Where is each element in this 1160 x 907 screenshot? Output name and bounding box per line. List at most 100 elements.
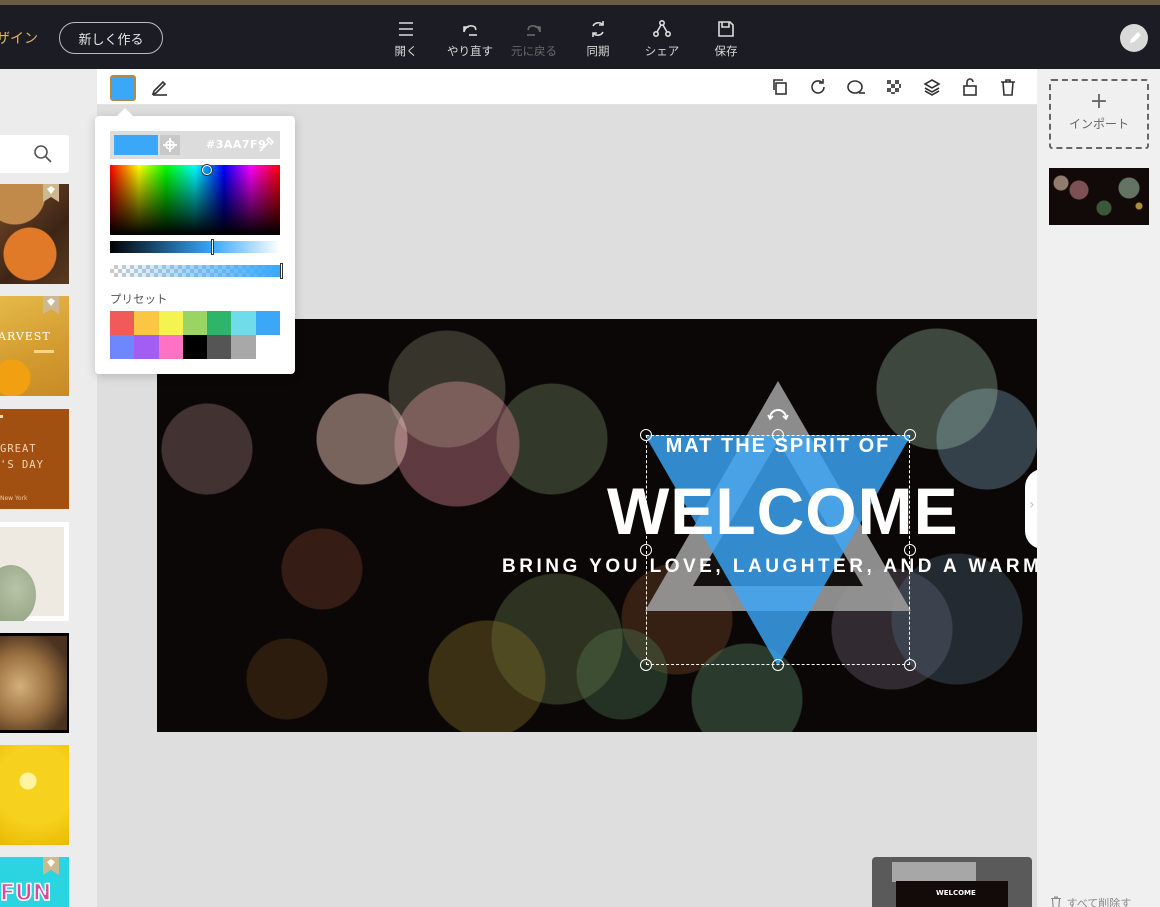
preset-label: プリセット — [110, 292, 168, 306]
preset-swatch[interactable] — [255, 311, 280, 335]
resize-handle[interactable] — [640, 544, 652, 556]
layers-button[interactable] — [922, 77, 942, 97]
portrait-inner — [0, 636, 67, 730]
premium-badge-icon — [43, 296, 59, 314]
color-target-button[interactable] — [160, 135, 180, 155]
panel-collapse-tab[interactable]: › — [1025, 469, 1037, 549]
leaf-inner — [0, 527, 64, 621]
undo-label: やり直す — [447, 44, 493, 58]
save-tool[interactable]: 保存 — [696, 19, 756, 59]
preset-swatch[interactable] — [110, 311, 135, 335]
user-avatar[interactable] — [1120, 24, 1148, 52]
shade-knob[interactable] — [211, 239, 214, 255]
preset-swatch[interactable] — [255, 335, 280, 359]
resize-handle[interactable] — [640, 429, 652, 441]
eyedropper-button[interactable] — [256, 135, 276, 155]
edit-pen-button[interactable] — [150, 77, 170, 97]
premium-badge-icon — [43, 184, 59, 202]
transparency-icon — [887, 80, 901, 94]
crosshair-icon — [163, 138, 177, 152]
rotate-handle-icon[interactable] — [767, 407, 789, 423]
template-leaf[interactable] — [0, 522, 69, 621]
template-portrait[interactable] — [0, 633, 69, 733]
delete-button[interactable] — [998, 77, 1018, 97]
template-lemon[interactable] — [0, 745, 69, 845]
undo-icon — [440, 19, 500, 41]
open-label: 開く — [394, 44, 418, 58]
share-tool[interactable]: シェア — [632, 19, 692, 59]
app-header: ザイン 新しく作る 開く やり直す 元に戻る 同期 シェア 保存 — [0, 5, 1160, 69]
rotate-button[interactable] — [808, 77, 828, 97]
preset-swatch[interactable] — [134, 335, 159, 359]
import-button[interactable]: + インポート — [1049, 79, 1149, 149]
preset-swatch[interactable] — [207, 335, 232, 359]
menu-icon — [376, 19, 436, 41]
leaf-shape — [0, 565, 36, 621]
lock-button[interactable] — [960, 77, 980, 97]
template-fun[interactable]: FUN — [0, 857, 69, 907]
delete-icon — [1001, 79, 1015, 96]
thanksgiving-line3: New York — [0, 495, 28, 502]
transparency-button[interactable] — [884, 77, 904, 97]
color-spectrum[interactable] — [110, 165, 280, 235]
resize-handle[interactable] — [904, 544, 916, 556]
minimap-viewport[interactable] — [892, 862, 976, 882]
minimap-text: WELCOME — [936, 889, 976, 897]
search-icon — [34, 145, 52, 163]
template-harvest[interactable]: ARVEST — [0, 296, 69, 396]
resize-handle[interactable] — [772, 659, 784, 671]
redo-label: 元に戻る — [511, 44, 557, 58]
shape-button[interactable] — [846, 77, 866, 97]
design-canvas[interactable]: MAT THE SPIRIT OF WELCOME BRING YOU LOVE… — [157, 319, 1037, 732]
sync-tool[interactable]: 同期 — [568, 19, 628, 59]
alpha-slider[interactable] — [110, 263, 283, 279]
duplicate-icon — [773, 79, 787, 95]
preset-swatch[interactable] — [158, 335, 183, 359]
uploaded-image-thumb[interactable] — [1049, 168, 1149, 225]
template-thanksgiving[interactable]: GREAT 'S DAY New York — [0, 409, 69, 509]
selection-box[interactable] — [646, 435, 910, 665]
preset-swatch[interactable] — [231, 311, 256, 335]
thanksgiving-line2: 'S DAY — [0, 459, 44, 471]
open-tool[interactable]: 開く — [376, 19, 436, 59]
alpha-knob[interactable] — [280, 263, 283, 279]
color-value-row: #3AA7F9 — [110, 131, 280, 159]
duplicate-button[interactable] — [770, 77, 790, 97]
rotate-icon — [811, 79, 825, 94]
resize-handle[interactable] — [904, 659, 916, 671]
resize-handle[interactable] — [772, 429, 784, 441]
undo-tool[interactable]: やり直す — [440, 19, 500, 59]
chevron-right-icon: › — [1029, 497, 1035, 513]
resize-handle[interactable] — [904, 429, 916, 441]
layers-icon — [923, 79, 941, 96]
template-sidebar: ARVEST GREAT 'S DAY New York FUN — [0, 69, 97, 907]
preset-swatch[interactable] — [182, 335, 208, 359]
preset-swatch[interactable] — [134, 311, 159, 335]
shade-slider[interactable] — [110, 239, 280, 255]
fill-color-button[interactable] — [110, 75, 136, 101]
assets-panel: + インポート すべて削除す — [1037, 69, 1160, 907]
brand-label: ザイン — [0, 31, 38, 47]
minimap-canvas: WELCOME — [896, 881, 1008, 907]
preset-swatch[interactable] — [110, 335, 135, 359]
preset-swatch[interactable] — [182, 311, 208, 335]
delete-all-button[interactable]: すべて削除す — [1049, 895, 1131, 907]
harvest-subline — [34, 350, 54, 353]
template-search[interactable] — [0, 135, 69, 173]
preset-swatch[interactable] — [231, 335, 256, 359]
share-label: シェア — [644, 44, 680, 58]
preset-swatch[interactable] — [207, 311, 232, 335]
minimap[interactable]: WELCOME — [872, 857, 1032, 907]
pen-icon — [1130, 32, 1141, 43]
template-pumpkins[interactable] — [0, 184, 69, 284]
resize-handle[interactable] — [640, 659, 652, 671]
thanksgiving-mark — [0, 415, 3, 418]
redo-icon — [504, 19, 564, 41]
preset-swatch[interactable] — [158, 311, 183, 335]
spectrum-selector[interactable] — [202, 165, 212, 175]
redo-tool[interactable]: 元に戻る — [504, 19, 564, 59]
fun-text: FUN — [0, 880, 52, 907]
new-design-button[interactable]: 新しく作る — [59, 22, 163, 54]
sync-icon — [568, 19, 628, 41]
preset-swatches — [110, 311, 280, 359]
